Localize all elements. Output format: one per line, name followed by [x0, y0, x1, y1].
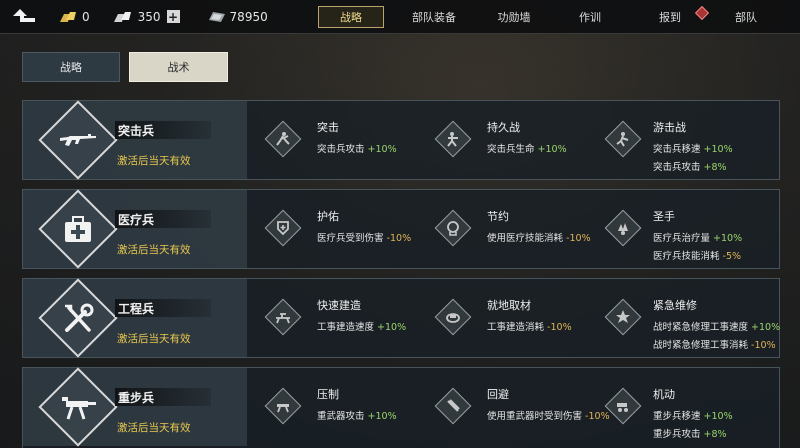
- class-row-assault[interactable]: 突击兵 激活后当天有效 突击 突击兵攻击 +10% 持久战 突击兵生命 +10%…: [22, 100, 780, 180]
- perk-effect: 战时紧急修理工事消耗 -10%: [653, 340, 776, 351]
- class-name: 突击兵: [115, 121, 211, 139]
- perk-title: 就地取材: [487, 299, 531, 312]
- top-bar: 0 350 + 78950 战略 部队装备 功勋墙 作训 报到 部队: [0, 0, 800, 34]
- back-arrow-icon: [13, 8, 35, 22]
- perk-mobility[interactable]: 机动 重步兵移速 +10% 重步兵攻击 +8%: [601, 368, 779, 446]
- hand-perk-icon: [605, 210, 641, 246]
- build-perk-icon: [265, 299, 301, 335]
- class-row-heavy[interactable]: 重步兵 激活后当天有效 压制 重武器攻击 +10% 回避 使用重武器时受到伤害 …: [22, 367, 780, 448]
- nav-checkin[interactable]: 报到: [648, 6, 692, 28]
- class-row-medic[interactable]: 医疗兵 激活后当天有效 护佑 医疗兵受到伤害 -10% 节约 使用医疗技能消耗 …: [22, 189, 780, 269]
- material-perk-icon: [435, 299, 471, 335]
- perk-effect: 重步兵攻击 +8%: [653, 429, 727, 440]
- perk-title: 护佑: [317, 210, 339, 223]
- perk-title: 回避: [487, 388, 509, 401]
- shield-perk-icon: [265, 210, 301, 246]
- mobility-perk-icon: [605, 388, 641, 424]
- class-note: 激活后当天有效: [117, 422, 191, 434]
- medkit-icon: [49, 201, 107, 259]
- perk-effect: 战时紧急修理工事速度 +10%: [653, 322, 781, 333]
- perk-effect: 使用医疗技能消耗 -10%: [487, 233, 591, 244]
- silver-resource: 78950: [208, 10, 268, 24]
- perk-title: 快速建造: [317, 299, 361, 312]
- perk-effect: 医疗兵治疗量 +10%: [653, 233, 743, 244]
- class-note: 激活后当天有效: [117, 155, 191, 167]
- fuel-count: 350: [137, 9, 161, 24]
- nav-strategy[interactable]: 战略: [318, 6, 384, 28]
- perk-evade[interactable]: 回避 使用重武器时受到伤害 -10%: [431, 368, 610, 446]
- perk-title: 圣手: [653, 210, 675, 223]
- perk-effect: 重步兵移速 +10%: [653, 411, 733, 422]
- perk-effect: 突击兵生命 +10%: [487, 144, 567, 155]
- class-panel: 工程兵 激活后当天有效: [23, 278, 247, 358]
- evade-perk-icon: [435, 388, 471, 424]
- nav-honor-wall[interactable]: 功勋墙: [486, 6, 542, 28]
- nav-equipment[interactable]: 部队装备: [402, 6, 466, 28]
- perk-effect: 突击兵攻击 +10%: [317, 144, 397, 155]
- perk-effect: 工事建造速度 +10%: [317, 322, 407, 333]
- class-panel: 医疗兵 激活后当天有效: [23, 189, 247, 269]
- suppress-perk-icon: [265, 388, 301, 424]
- class-row-engineer[interactable]: 工程兵 激活后当天有效 快速建造 工事建造速度 +10% 就地取材 工事建造消耗…: [22, 278, 780, 358]
- perk-effect: 医疗兵技能消耗 -5%: [653, 251, 742, 262]
- notification-badge-icon: [694, 5, 710, 21]
- fuel-bars-icon: [113, 11, 131, 22]
- save-perk-icon: [435, 210, 471, 246]
- assault-perk-icon: [265, 121, 301, 157]
- perk-effect: 工事建造消耗 -10%: [487, 322, 572, 333]
- perk-effect: 使用重武器时受到伤害 -10%: [487, 411, 610, 422]
- back-button[interactable]: [0, 0, 48, 34]
- wrench-icon: [49, 290, 107, 348]
- perk-title: 持久战: [487, 121, 520, 134]
- class-panel: 重步兵 激活后当天有效: [23, 367, 247, 447]
- perk-title: 机动: [653, 388, 675, 401]
- heavy-gun-icon: [49, 379, 107, 437]
- gold-bars-icon: [60, 11, 76, 22]
- perk-effect: 突击兵攻击 +8%: [653, 162, 727, 173]
- perk-title: 压制: [317, 388, 339, 401]
- rifle-icon: [49, 112, 107, 170]
- perk-emergency-repair[interactable]: 紧急维修 战时紧急修理工事速度 +10% 战时紧急修理工事消耗 -10%: [601, 279, 781, 357]
- perk-title: 紧急维修: [653, 299, 697, 312]
- perk-title: 突击: [317, 121, 339, 134]
- gold-resource: 0: [58, 10, 90, 24]
- banknote-icon: [208, 11, 225, 22]
- class-note: 激活后当天有效: [117, 333, 191, 345]
- guerrilla-perk-icon: [605, 121, 641, 157]
- class-name: 医疗兵: [115, 210, 211, 228]
- perk-save[interactable]: 节约 使用医疗技能消耗 -10%: [431, 190, 601, 268]
- perk-endurance[interactable]: 持久战 突击兵生命 +10%: [431, 101, 601, 179]
- perk-guerrilla[interactable]: 游击战 突击兵移速 +10% 突击兵攻击 +8%: [601, 101, 779, 179]
- perk-assault[interactable]: 突击 突击兵攻击 +10%: [261, 101, 431, 179]
- tab-tactics[interactable]: 战术: [129, 52, 228, 82]
- perk-effect: 医疗兵受到伤害 -10%: [317, 233, 412, 244]
- perk-local-material[interactable]: 就地取材 工事建造消耗 -10%: [431, 279, 601, 357]
- fuel-resource: 350 +: [112, 10, 180, 24]
- perk-title: 节约: [487, 210, 509, 223]
- tab-strategy[interactable]: 战略: [22, 52, 120, 82]
- gold-count: 0: [82, 9, 90, 24]
- nav-troops[interactable]: 部队: [724, 6, 768, 28]
- class-panel: 突击兵 激活后当天有效: [23, 100, 247, 180]
- perk-title: 游击战: [653, 121, 686, 134]
- class-name: 重步兵: [115, 388, 211, 406]
- perk-healer[interactable]: 圣手 医疗兵治疗量 +10% 医疗兵技能消耗 -5%: [601, 190, 779, 268]
- perk-effect: 突击兵移速 +10%: [653, 144, 733, 155]
- repair-perk-icon: [605, 299, 641, 335]
- class-name: 工程兵: [115, 299, 211, 317]
- nav-training[interactable]: 作训: [568, 6, 612, 28]
- perk-protect[interactable]: 护佑 医疗兵受到伤害 -10%: [261, 190, 431, 268]
- perk-quick-build[interactable]: 快速建造 工事建造速度 +10%: [261, 279, 431, 357]
- add-fuel-button[interactable]: +: [166, 10, 180, 23]
- perk-effect: 重武器攻击 +10%: [317, 411, 397, 422]
- class-note: 激活后当天有效: [117, 244, 191, 256]
- endurance-perk-icon: [435, 121, 471, 157]
- perk-suppress[interactable]: 压制 重武器攻击 +10%: [261, 368, 431, 446]
- silver-count: 78950: [229, 9, 268, 24]
